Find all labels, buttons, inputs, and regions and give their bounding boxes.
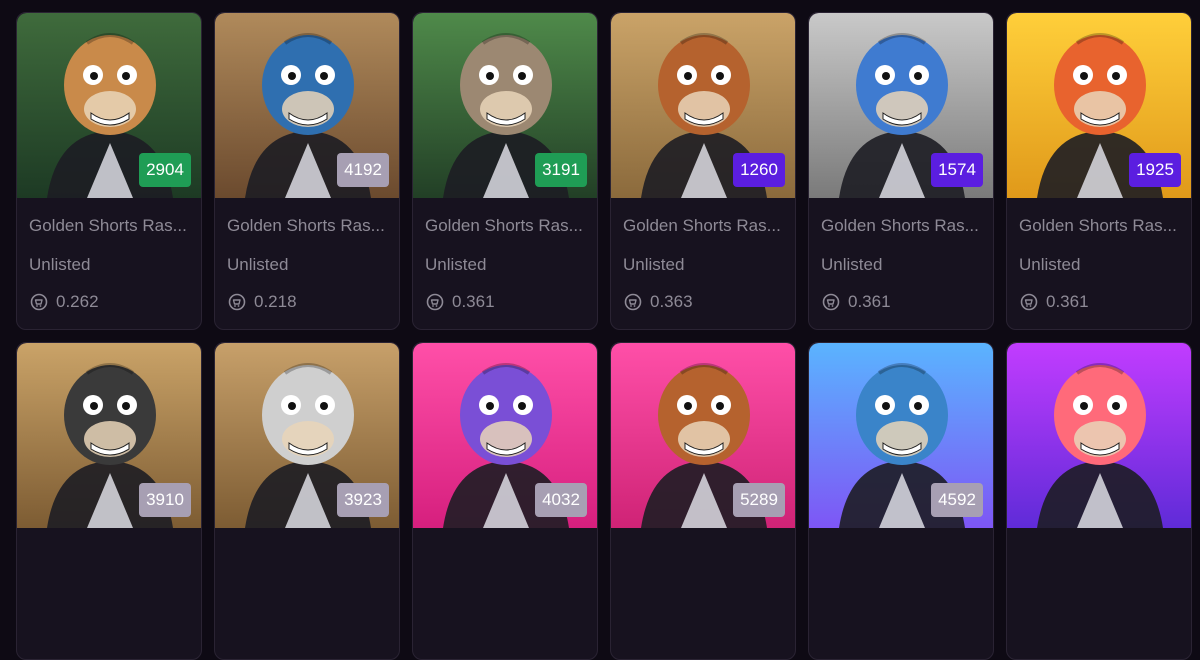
- token-number-badge: 1925: [1129, 153, 1181, 187]
- nft-card[interactable]: 1260 Golden Shorts Ras... Unlisted 0.363: [610, 12, 796, 330]
- price-value: 0.361: [848, 292, 891, 311]
- nft-card[interactable]: 3923: [214, 342, 400, 660]
- nft-title: Golden Shorts Ras...: [227, 216, 385, 235]
- nft-card[interactable]: [1006, 342, 1192, 660]
- token-number-badge: 4592: [931, 483, 983, 517]
- price-value: 0.361: [452, 292, 495, 311]
- nft-title: Golden Shorts Ras...: [1019, 216, 1177, 235]
- nft-card[interactable]: 2904 Golden Shorts Ras... Unlisted 0.262: [16, 12, 202, 330]
- price: 0.361: [425, 292, 495, 312]
- nft-card[interactable]: 3191 Golden Shorts Ras... Unlisted 0.361: [412, 12, 598, 330]
- nft-card[interactable]: 4192 Golden Shorts Ras... Unlisted 0.218: [214, 12, 400, 330]
- nft-title: Golden Shorts Ras...: [29, 216, 187, 235]
- token-number-badge: 4192: [337, 153, 389, 187]
- price-value: 0.361: [1046, 292, 1089, 311]
- nft-card[interactable]: 3910: [16, 342, 202, 660]
- pink-wolf-nft-image: [1007, 343, 1191, 528]
- listing-status: Unlisted: [29, 255, 91, 274]
- price-value: 0.262: [56, 292, 99, 311]
- nft-grid: 2904 Golden Shorts Ras... Unlisted 0.262: [16, 12, 1192, 660]
- listing-status: Unlisted: [821, 255, 883, 274]
- listing-status: Unlisted: [227, 255, 289, 274]
- refresh-cart-icon: [623, 292, 643, 312]
- token-number-badge: 3923: [337, 483, 389, 517]
- nft-title: Golden Shorts Ras...: [623, 216, 781, 235]
- nft-card[interactable]: 5289: [610, 342, 796, 660]
- refresh-cart-icon: [1019, 292, 1039, 312]
- price-value: 0.218: [254, 292, 297, 311]
- nft-card[interactable]: 1925 Golden Shorts Ras... Unlisted 0.361: [1006, 12, 1192, 330]
- listing-status: Unlisted: [425, 255, 487, 274]
- refresh-cart-icon: [425, 292, 445, 312]
- listing-status: Unlisted: [1019, 255, 1081, 274]
- refresh-cart-icon: [821, 292, 841, 312]
- price: 0.262: [29, 292, 99, 312]
- token-number-badge: 3910: [139, 483, 191, 517]
- refresh-cart-icon: [29, 292, 49, 312]
- listing-status: Unlisted: [623, 255, 685, 274]
- price: 0.361: [821, 292, 891, 312]
- nft-card[interactable]: 4032: [412, 342, 598, 660]
- price: 0.361: [1019, 292, 1089, 312]
- price-value: 0.363: [650, 292, 693, 311]
- price: 0.218: [227, 292, 297, 312]
- price: 0.363: [623, 292, 693, 312]
- nft-card[interactable]: 4592: [808, 342, 994, 660]
- nft-card[interactable]: 1574 Golden Shorts Ras... Unlisted 0.361: [808, 12, 994, 330]
- nft-title: Golden Shorts Ras...: [821, 216, 979, 235]
- token-number-badge: 4032: [535, 483, 587, 517]
- token-number-badge: 3191: [535, 153, 587, 187]
- token-number-badge: 2904: [139, 153, 191, 187]
- refresh-cart-icon: [227, 292, 247, 312]
- token-number-badge: 1260: [733, 153, 785, 187]
- token-number-badge: 5289: [733, 483, 785, 517]
- nft-title: Golden Shorts Ras...: [425, 216, 583, 235]
- token-number-badge: 1574: [931, 153, 983, 187]
